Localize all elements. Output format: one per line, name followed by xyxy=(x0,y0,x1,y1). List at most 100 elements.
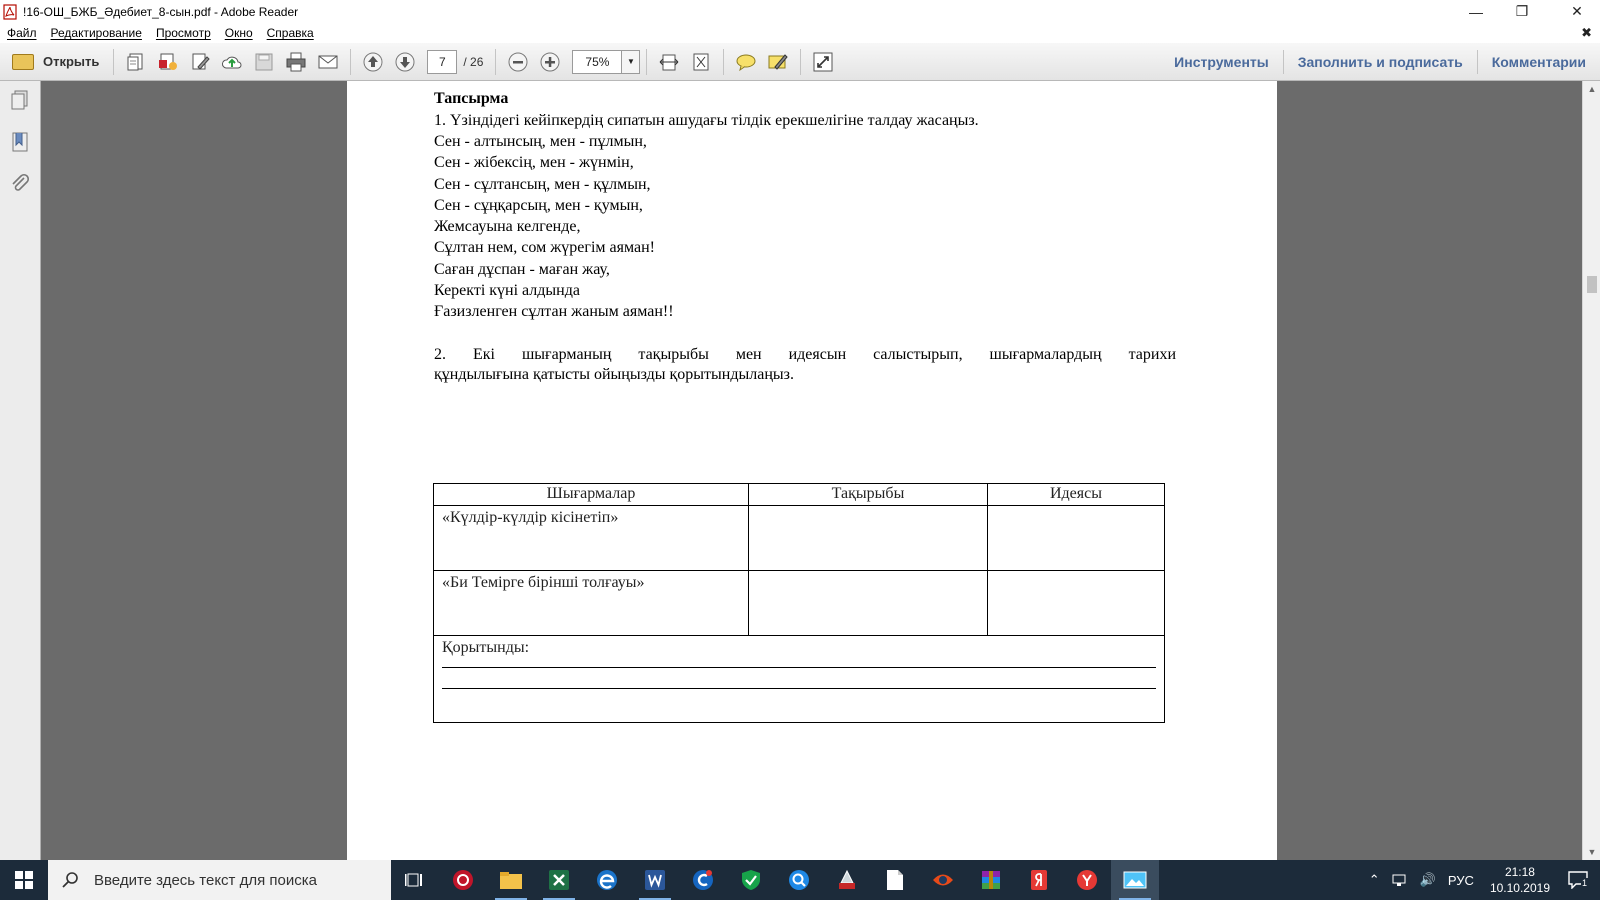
page-thumbnails-icon[interactable] xyxy=(9,89,31,111)
fit-width-button[interactable] xyxy=(656,49,682,75)
zoom-in-button[interactable] xyxy=(537,49,563,75)
taskbar-app-winrar[interactable] xyxy=(967,860,1015,900)
export-pdf-button[interactable] xyxy=(155,49,181,75)
start-button[interactable] xyxy=(0,860,48,900)
scroll-up-icon[interactable]: ▲ xyxy=(1583,81,1600,97)
header-works: Шығармалар xyxy=(433,483,749,506)
toolbar-separator xyxy=(723,48,725,75)
green-shield-icon xyxy=(742,870,760,890)
header-idea: Идеясы xyxy=(987,483,1165,506)
email-button[interactable] xyxy=(315,49,341,75)
menu-view[interactable]: Просмотр xyxy=(156,26,211,40)
toolbar-separator xyxy=(495,48,497,75)
taskbar-app-yandex[interactable] xyxy=(1015,860,1063,900)
zoom-out-button[interactable] xyxy=(505,49,531,75)
tools-button[interactable]: Инструменты xyxy=(1160,54,1283,70)
taskbar-clock[interactable]: 21:18 10.10.2019 xyxy=(1490,864,1550,896)
open-button[interactable]: Открыть xyxy=(4,47,107,77)
upload-button[interactable] xyxy=(219,49,245,75)
menu-help[interactable]: Справка xyxy=(267,26,314,40)
toolbar-separator xyxy=(646,48,648,75)
zoom-level-input[interactable]: 75% xyxy=(572,49,623,74)
fit-page-button[interactable] xyxy=(688,49,714,75)
notification-count: 1 xyxy=(1581,878,1589,888)
taskbar-app-yandex-browser[interactable] xyxy=(1063,860,1111,900)
file-explorer-icon xyxy=(500,872,522,889)
document-viewport[interactable]: Тапсырма 1. Үзіндідегі кейіпкердің сипат… xyxy=(41,81,1582,860)
word-icon xyxy=(645,870,665,890)
taskbar-app-explorer[interactable] xyxy=(487,860,535,900)
poem-line: Жемсауына келгенде, xyxy=(434,218,581,235)
chevron-up-icon[interactable]: ⌃ xyxy=(1369,872,1380,888)
idea-cell xyxy=(987,505,1165,571)
taskbar-app-eye[interactable] xyxy=(919,860,967,900)
magnifier-app-icon xyxy=(789,870,809,890)
restore-button[interactable]: ❐ xyxy=(1499,0,1545,23)
taskbar-app-pdf-tool[interactable] xyxy=(823,860,871,900)
poem-line: Керекті күні алдында xyxy=(434,282,580,299)
taskbar-app-notepad[interactable] xyxy=(871,860,919,900)
fit-width-icon xyxy=(660,54,679,70)
bookmarks-icon[interactable] xyxy=(9,131,31,153)
taskbar-app-security[interactable] xyxy=(727,860,775,900)
taskbar-app-edge[interactable] xyxy=(583,860,631,900)
edit-pdf-button[interactable] xyxy=(187,49,213,75)
fill-and-sign-button[interactable]: Заполнить и подписать xyxy=(1284,54,1477,70)
taskbar-app-antivirus[interactable] xyxy=(439,860,487,900)
input-language[interactable]: РУС xyxy=(1448,873,1474,888)
taskbar-app-ccleaner[interactable] xyxy=(679,860,727,900)
conclusion-row: Қорытынды: xyxy=(433,635,1165,723)
menu-window[interactable]: Окно xyxy=(225,26,253,40)
create-pdf-button[interactable] xyxy=(123,49,149,75)
previous-page-button[interactable] xyxy=(360,49,386,75)
network-icon[interactable] xyxy=(1392,873,1408,887)
poem-line: Сен - сұлтансың, мен - құлмын, xyxy=(434,176,651,193)
windows-logo-icon xyxy=(15,871,33,889)
search-icon xyxy=(62,872,78,888)
volume-icon[interactable]: 🔊 xyxy=(1420,872,1436,888)
action-center-button[interactable]: 1 xyxy=(1566,868,1594,892)
zoom-dropdown-button[interactable]: ▼ xyxy=(622,49,641,74)
windows-taskbar: Введите здесь текст для поиска ⌃ 🔊 РУС 2… xyxy=(0,860,1600,900)
pdf-creator-icon xyxy=(839,869,855,889)
scroll-down-icon[interactable]: ▼ xyxy=(1583,844,1600,860)
menu-file[interactable]: Файл xyxy=(7,26,37,40)
comments-button[interactable]: Комментарии xyxy=(1478,54,1600,70)
pdf-page: Тапсырма 1. Үзіндідегі кейіпкердің сипат… xyxy=(347,81,1277,860)
next-page-button[interactable] xyxy=(392,49,418,75)
add-comment-button[interactable] xyxy=(733,49,759,75)
taskbar-app-photos[interactable] xyxy=(1111,860,1159,900)
poem-line: Саған дұспан - маған жау, xyxy=(434,261,610,278)
winrar-icon xyxy=(982,871,1000,889)
taskbar-app-word[interactable] xyxy=(631,860,679,900)
window-title: !16-ОШ_БЖБ_Әдебиет_8-сын.pdf - Adobe Rea… xyxy=(23,4,299,19)
poem-line: Ғазизленген сұлтан жаным аяман!! xyxy=(434,303,674,320)
yandex-icon xyxy=(1031,870,1047,890)
menu-edit[interactable]: Редактирование xyxy=(51,26,142,40)
clock-time: 21:18 xyxy=(1504,865,1535,879)
full-screen-button[interactable] xyxy=(810,49,836,75)
ccleaner-icon xyxy=(693,870,713,890)
scrollbar-thumb[interactable] xyxy=(1587,276,1597,293)
taskbar-app-search-tool[interactable] xyxy=(775,860,823,900)
page-number-input[interactable]: 7 xyxy=(427,49,458,74)
minimize-button[interactable]: — xyxy=(1453,0,1499,23)
taskbar-app-excel[interactable] xyxy=(535,860,583,900)
conclusion-label: Қорытынды: xyxy=(442,639,530,656)
save-button[interactable] xyxy=(251,49,277,75)
print-button[interactable] xyxy=(283,49,309,75)
attachments-icon[interactable] xyxy=(9,173,31,195)
poem-line: Сен - сұңқарсың, мен - қумын, xyxy=(434,197,643,214)
folder-icon xyxy=(12,53,34,70)
arrow-up-icon xyxy=(363,52,383,71)
close-window-button[interactable]: ✕ xyxy=(1554,0,1600,23)
task-view-button[interactable] xyxy=(391,860,439,900)
highlight-button[interactable] xyxy=(765,49,791,75)
close-document-icon[interactable]: ✖ xyxy=(1581,25,1592,41)
title-bar: !16-ОШ_БЖБ_Әдебиет_8-сын.pdf - Adobe Rea… xyxy=(0,0,1600,23)
clock-date: 10.10.2019 xyxy=(1489,881,1550,895)
minimize-icon: — xyxy=(1469,3,1483,20)
vertical-scrollbar[interactable]: ▲ ▼ xyxy=(1582,81,1600,860)
taskbar-search-box[interactable]: Введите здесь текст для поиска xyxy=(48,860,391,900)
speech-bubble-icon xyxy=(736,54,756,71)
